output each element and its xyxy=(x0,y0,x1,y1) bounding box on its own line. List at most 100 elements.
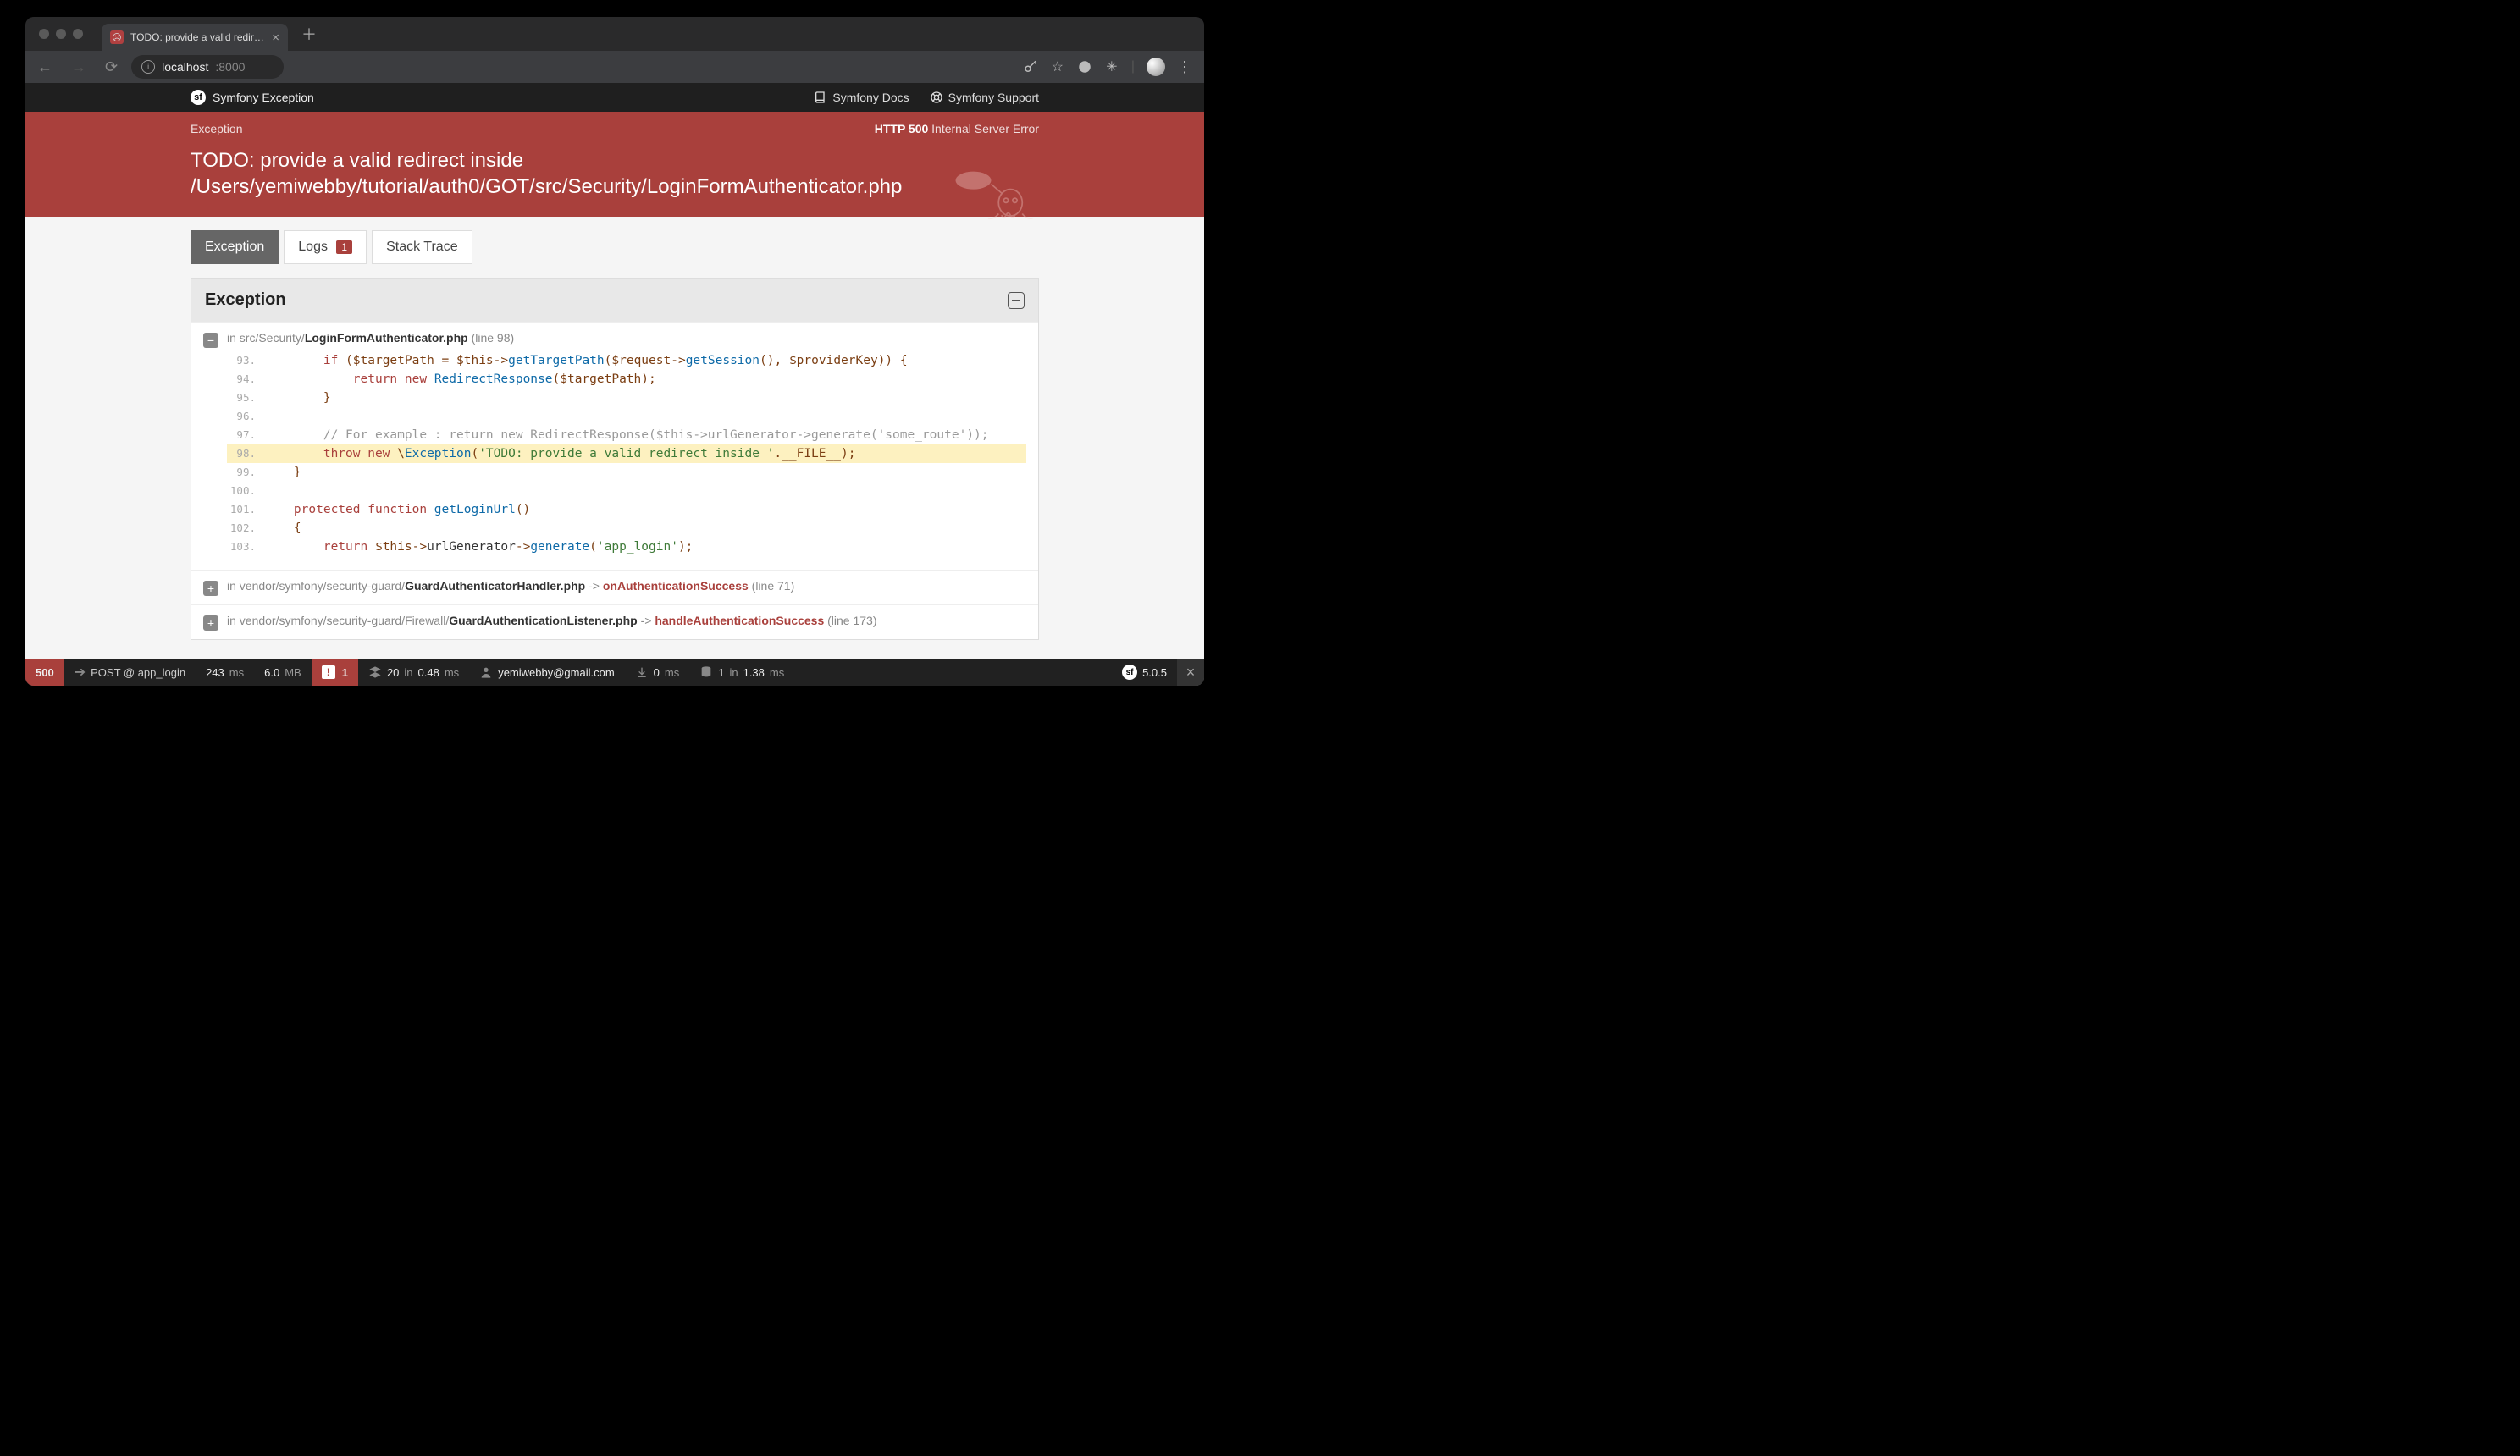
toolbar-icons: ☆ ✳ | ⋮ xyxy=(1023,58,1197,76)
docs-label: Symfony Docs xyxy=(832,91,909,104)
tab-stacktrace[interactable]: Stack Trace xyxy=(372,230,472,264)
traffic-close-icon[interactable] xyxy=(39,29,49,39)
http-code: HTTP 500 xyxy=(875,122,929,135)
db-memory[interactable]: 6.0 MB xyxy=(254,659,312,686)
db-mem-unit: MB xyxy=(285,666,301,679)
trace-2-method[interactable]: handleAuthenticationSuccess xyxy=(655,614,824,627)
reload-button[interactable]: ⟳ xyxy=(100,57,123,78)
symfony-title: Symfony Exception xyxy=(213,91,314,104)
lineno: 98. xyxy=(227,444,264,463)
trace-0-toggle[interactable] xyxy=(203,333,218,348)
key-icon[interactable] xyxy=(1023,59,1038,74)
db-ajax[interactable]: 0 ms xyxy=(625,659,690,686)
http-text: Internal Server Error xyxy=(931,122,1039,135)
lifebelt-icon xyxy=(930,91,943,104)
db-route[interactable]: ➔ POST @ app_login xyxy=(64,659,196,686)
logs-count-badge: 1 xyxy=(336,240,352,254)
lineno: 102. xyxy=(227,519,264,538)
db-twig[interactable]: 20 in 0.48 ms xyxy=(358,659,469,686)
trace-0-line: (line 98) xyxy=(472,331,515,345)
arrow-icon: ➔ xyxy=(75,664,86,681)
db-time[interactable]: 243 ms xyxy=(196,659,254,686)
symfony-debug-toolbar: 500 ➔ POST @ app_login 243 ms 6.0 MB ! 1… xyxy=(25,659,1204,686)
symfony-topbar: sf Symfony Exception Symfony Docs Symfon… xyxy=(25,83,1204,112)
content-wrap: Exception Logs 1 Stack Trace Exception xyxy=(191,230,1039,640)
db-time-val: 243 xyxy=(206,666,224,679)
lineno: 96. xyxy=(227,407,264,426)
tab-logs[interactable]: Logs 1 xyxy=(284,230,367,264)
db-user-name: yemiwebby@gmail.com xyxy=(498,666,614,679)
trace-1-method[interactable]: onAuthenticationSuccess xyxy=(603,579,749,593)
traffic-max-icon[interactable] xyxy=(73,29,83,39)
db-status-code: 500 xyxy=(36,666,54,679)
tab-exception[interactable]: Exception xyxy=(191,230,279,264)
lineno: 93. xyxy=(227,351,264,370)
trace-item-0: in src/Security/LoginFormAuthenticator.p… xyxy=(191,322,1038,570)
db-deprecations[interactable]: ! 1 xyxy=(312,659,358,686)
db-close-button[interactable]: × xyxy=(1177,659,1204,686)
star-icon[interactable]: ☆ xyxy=(1050,59,1065,74)
favicon-icon: ☹ xyxy=(110,30,124,44)
trace-2-toggle[interactable] xyxy=(203,615,218,631)
ghost-illustration-icon: Exception! xyxy=(942,169,1035,231)
db-time-unit: ms xyxy=(229,666,244,679)
tab-stack-label: Stack Trace xyxy=(386,240,457,254)
db-db-ms: 1.38 xyxy=(743,666,765,679)
trace-1-toggle[interactable] xyxy=(203,581,218,596)
tab-close-icon[interactable]: × xyxy=(272,30,279,45)
db-ajax-unit: ms xyxy=(665,666,679,679)
book-icon xyxy=(814,91,827,104)
url-port: :8000 xyxy=(215,60,245,74)
symfony-docs-link[interactable]: Symfony Docs xyxy=(814,91,909,104)
forward-button[interactable]: → xyxy=(66,57,91,78)
panel-collapse-button[interactable] xyxy=(1008,292,1025,309)
db-ajax-val: 0 xyxy=(654,666,660,679)
lineno: 99. xyxy=(227,463,264,482)
address-bar: ← → ⟳ i localhost:8000 ☆ ✳ | ⋮ xyxy=(25,51,1204,83)
panel-header: Exception xyxy=(191,279,1038,322)
symfony-logo-icon: sf xyxy=(191,90,206,105)
db-database[interactable]: 1 in 1.38 ms xyxy=(689,659,794,686)
db-twig-n: 20 xyxy=(387,666,399,679)
back-button[interactable]: ← xyxy=(32,57,58,78)
trace-0-location: in src/Security/LoginFormAuthenticator.p… xyxy=(227,331,1026,345)
trace-2-arrow: -> xyxy=(638,614,655,627)
breadcrumb[interactable]: Exception xyxy=(191,122,242,135)
db-user[interactable]: yemiwebby@gmail.com xyxy=(469,659,624,686)
lineno: 103. xyxy=(227,538,264,556)
url-field[interactable]: i localhost:8000 xyxy=(131,55,284,79)
error-title: TODO: provide a valid redirect inside /U… xyxy=(191,147,834,200)
svg-text:Exception!: Exception! xyxy=(958,178,987,185)
ext2-icon[interactable]: ✳ xyxy=(1104,59,1119,74)
trace-0-file: LoginFormAuthenticator.php xyxy=(305,331,468,345)
code-block: 93. if ($targetPath = $this->getTargetPa… xyxy=(227,351,1026,556)
db-db-unit: ms xyxy=(770,666,784,679)
new-tab-button[interactable]: ＋ xyxy=(295,19,323,48)
lineno: 94. xyxy=(227,370,264,389)
exception-panel: Exception in src/Security/LoginFormAuthe… xyxy=(191,278,1039,640)
layers-icon xyxy=(368,665,382,679)
traffic-lights[interactable] xyxy=(39,29,83,39)
trace-1-prefix: in vendor/symfony/security-guard/ xyxy=(227,579,405,593)
tab-strip: ☹ TODO: provide a valid redirect × ＋ xyxy=(25,17,1204,51)
profile-avatar[interactable] xyxy=(1147,58,1165,76)
tab-logs-label: Logs xyxy=(298,240,328,254)
db-twig-in: in xyxy=(404,666,412,679)
download-icon xyxy=(635,665,649,679)
db-version[interactable]: sf 5.0.5 xyxy=(1112,659,1177,686)
site-info-icon[interactable]: i xyxy=(141,60,155,74)
trace-1-location: in vendor/symfony/security-guard/GuardAu… xyxy=(227,579,794,593)
symfony-support-link[interactable]: Symfony Support xyxy=(930,91,1039,104)
browser-tab[interactable]: ☹ TODO: provide a valid redirect × xyxy=(102,24,288,51)
http-status: HTTP 500 Internal Server Error xyxy=(875,122,1039,135)
menu-button[interactable]: ⋮ xyxy=(1177,58,1192,76)
database-icon xyxy=(699,665,713,679)
ext1-icon[interactable] xyxy=(1077,59,1092,74)
traffic-min-icon[interactable] xyxy=(56,29,66,39)
db-status[interactable]: 500 xyxy=(25,659,64,686)
trace-2-location: in vendor/symfony/security-guard/Firewal… xyxy=(227,614,877,627)
db-version-text: 5.0.5 xyxy=(1142,666,1167,679)
panel-title: Exception xyxy=(205,290,286,310)
db-route-text: POST @ app_login xyxy=(91,666,185,679)
tab-exception-label: Exception xyxy=(205,240,264,254)
